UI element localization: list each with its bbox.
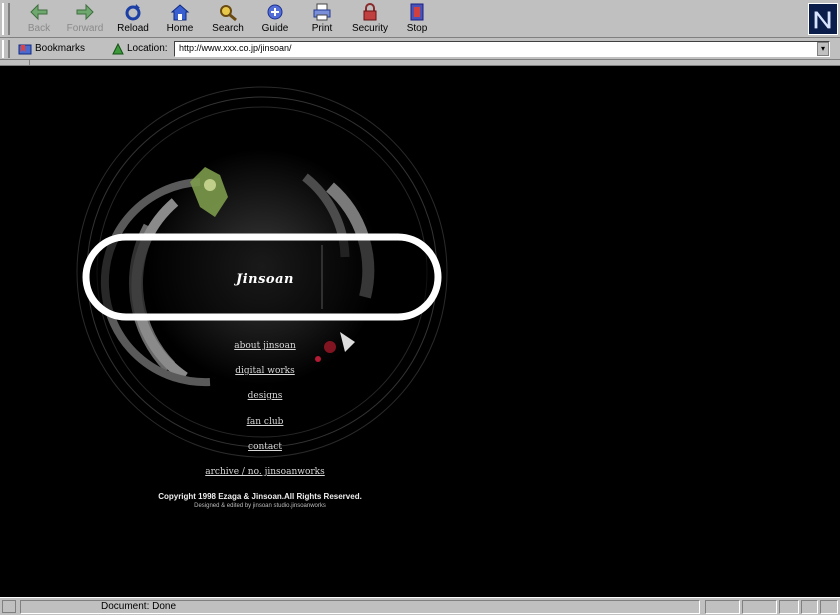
reload-button[interactable]: Reload xyxy=(110,2,156,36)
brand-logo-text[interactable]: Jinsoan xyxy=(185,272,345,287)
security-lock-icon xyxy=(363,3,377,21)
browser-logo[interactable] xyxy=(808,3,838,35)
menu-link-fan-club[interactable]: fan club xyxy=(165,417,365,427)
forward-button-label: Forward xyxy=(66,23,104,34)
status-text: Document: Done xyxy=(20,600,700,614)
forward-arrow-icon xyxy=(76,3,94,21)
location-toolbar: Bookmarks Location: http://www.xxx.co.jp… xyxy=(0,38,840,60)
guide-button-label: Guide xyxy=(261,23,289,34)
reload-button-label: Reload xyxy=(117,23,149,34)
menu-link-designs[interactable]: designs xyxy=(165,391,365,401)
search-button[interactable]: Search xyxy=(205,2,251,36)
stop-button[interactable]: Stop xyxy=(394,2,440,36)
guide-button[interactable]: Guide xyxy=(252,2,298,36)
status-bar: Document: Done xyxy=(0,597,840,615)
search-icon xyxy=(220,5,237,22)
toolbar-grip[interactable] xyxy=(2,3,10,35)
navigation-toolbar: Back Forward Reload Home Search Guide Pr… xyxy=(0,0,840,38)
print-button[interactable]: Print xyxy=(299,2,345,36)
location-label: Location: xyxy=(127,43,168,54)
security-button[interactable]: Security xyxy=(347,2,393,36)
progress-cell xyxy=(705,600,741,614)
netscape-n-icon xyxy=(809,4,837,34)
back-arrow-icon xyxy=(30,3,48,21)
back-button-label: Back xyxy=(27,23,51,34)
search-button-label: Search xyxy=(212,23,244,34)
page-proxy-icon[interactable] xyxy=(112,42,124,55)
location-toolbar-grip[interactable] xyxy=(2,40,10,58)
home-button[interactable]: Home xyxy=(157,2,203,36)
security-status-cell[interactable] xyxy=(742,600,778,614)
copyright-notice: Copyright 1998 Ezaga & Jinsoan.All Right… xyxy=(158,492,362,501)
composer-shortcut-icon[interactable] xyxy=(820,600,839,614)
page-viewport: Jinsoan about jinsoan digital works desi… xyxy=(0,67,840,597)
home-icon xyxy=(170,4,190,21)
figure-head xyxy=(204,179,216,191)
bookmarks-label: Bookmarks xyxy=(35,43,86,54)
menu-link-contact[interactable]: contact xyxy=(165,442,365,452)
red-sparkle-2 xyxy=(315,356,321,362)
connection-status-icon xyxy=(2,600,16,613)
menu-link-digital-works[interactable]: digital works xyxy=(165,366,365,376)
bookmark-icon xyxy=(18,44,32,54)
url-input[interactable]: http://www.xxx.co.jp/jinsoan/ xyxy=(174,41,830,57)
menu-link-archive[interactable]: archive / no. jinsoanworks xyxy=(165,467,365,477)
personal-toolbar-strip xyxy=(0,60,840,66)
navigator-shortcut-icon[interactable] xyxy=(779,600,799,614)
home-button-label: Home xyxy=(166,23,194,34)
location-label-group: Location: xyxy=(112,40,168,57)
back-button[interactable]: Back xyxy=(16,2,62,36)
personal-toolbar-tab[interactable] xyxy=(2,60,30,66)
status-component-bar xyxy=(705,600,839,614)
forward-button[interactable]: Forward xyxy=(62,2,108,36)
credits-line: Designed & edited by jinsoan studio.jins… xyxy=(194,503,326,509)
guide-icon xyxy=(267,4,283,20)
mail-shortcut-icon[interactable] xyxy=(800,600,819,614)
bookmarks-button[interactable]: Bookmarks xyxy=(18,40,85,57)
menu-link-about[interactable]: about jinsoan xyxy=(165,341,365,351)
url-dropdown-button[interactable]: ▾ xyxy=(817,42,829,56)
splash-artwork xyxy=(76,86,448,458)
print-icon xyxy=(313,3,331,21)
security-button-label: Security xyxy=(351,23,389,34)
stop-button-label: Stop xyxy=(406,23,428,34)
print-button-label: Print xyxy=(311,23,333,34)
stop-icon xyxy=(410,3,424,21)
reload-icon xyxy=(125,4,141,21)
